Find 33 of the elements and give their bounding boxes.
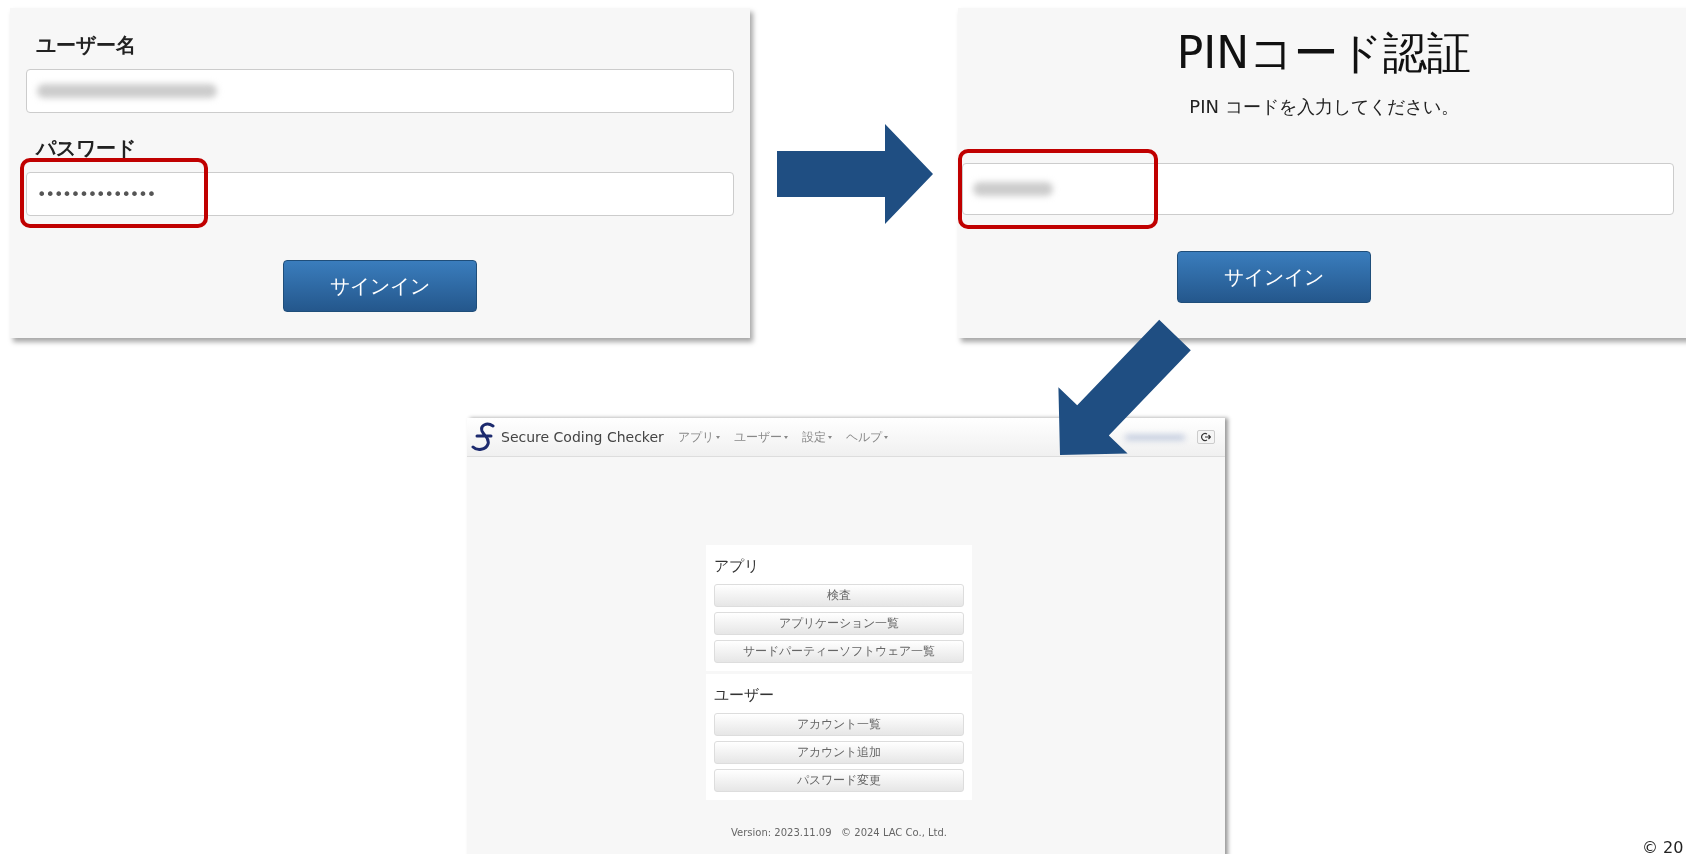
sign-in-button[interactable]: サインイン [283, 260, 477, 312]
password-dots: •••••••••••••• [37, 184, 156, 204]
right-arrow-icon [777, 124, 933, 224]
pin-title: PINコード認証 [1176, 26, 1472, 80]
sign-in-button[interactable]: サインイン [1177, 251, 1371, 303]
nav-menu[interactable]: ユーザー [733, 428, 788, 446]
section-title: アプリ [714, 557, 759, 576]
nav-menu[interactable]: ヘルプ [845, 428, 888, 446]
app-title: Secure Coding Checker [501, 429, 664, 445]
field-label: パスワード [36, 135, 136, 162]
nav-menu[interactable]: アプリ [677, 428, 720, 446]
input-field[interactable] [26, 69, 734, 113]
menu-button[interactable]: アプリケーション一覧 [714, 612, 964, 635]
blurred-text [1125, 434, 1185, 440]
field-label: ユーザー名 [36, 32, 136, 59]
caret-icon [827, 435, 832, 439]
input-field[interactable]: •••••••••••••• [26, 172, 734, 216]
nav-menu[interactable]: 設定 [801, 428, 832, 446]
pin-instruction: PIN コードを入力してください。 [1189, 95, 1459, 119]
section-title: ユーザー [714, 686, 774, 705]
caret-icon [783, 435, 788, 439]
menu-button[interactable]: アカウント追加 [714, 741, 964, 764]
copyright-text: © 20 [1642, 838, 1684, 854]
logout-button[interactable] [1197, 430, 1215, 444]
menu-button[interactable]: サードパーティーソフトウェア一覧 [714, 640, 964, 663]
app-footer: Version: 2023.11.09 © 2024 LAC Co., Ltd. [731, 827, 947, 838]
menu-button[interactable]: パスワード変更 [714, 769, 964, 792]
logo-icon [471, 422, 497, 452]
menu-button[interactable]: アカウント一覧 [714, 713, 964, 736]
pin-input-field[interactable] [962, 163, 1674, 215]
menu-button[interactable]: 検査 [714, 584, 964, 607]
caret-icon [883, 435, 888, 439]
caret-icon [715, 435, 720, 439]
